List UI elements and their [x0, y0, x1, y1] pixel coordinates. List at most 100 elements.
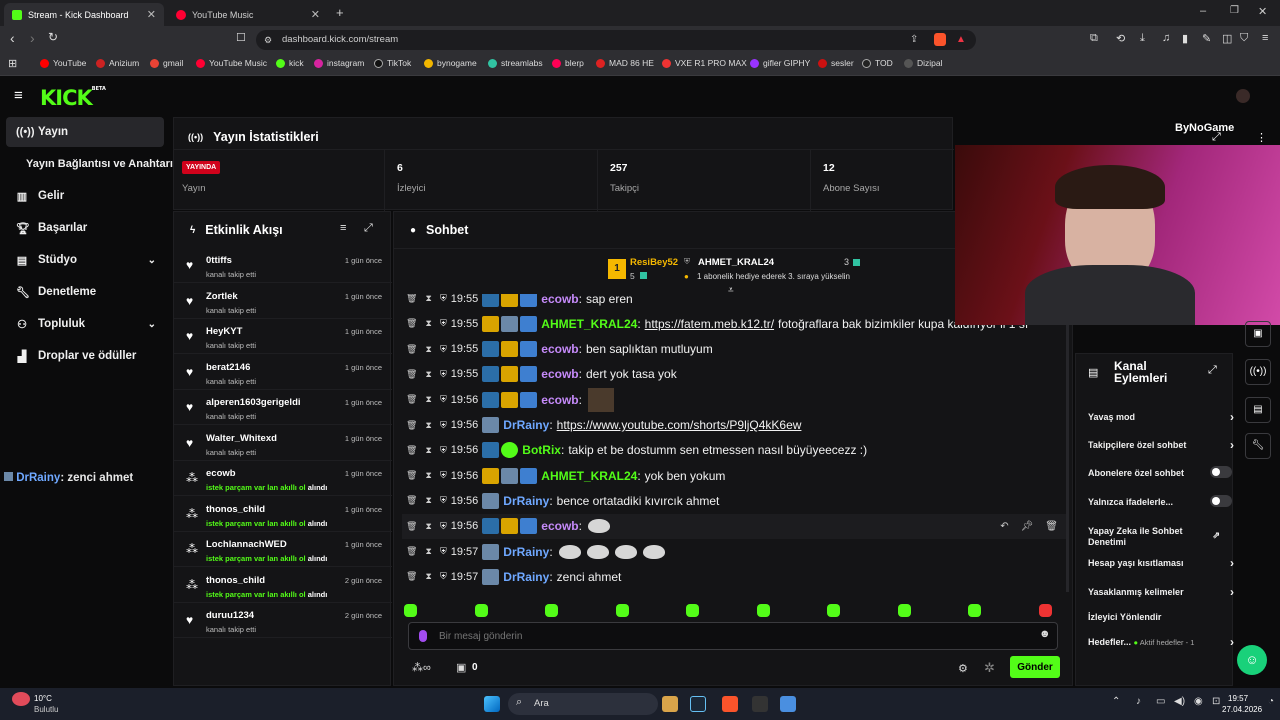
delete-message-icon[interactable]: 🗑︎	[406, 294, 417, 304]
timeout-icon[interactable]: ⧗	[425, 521, 431, 532]
chat-username[interactable]: ecowb	[541, 519, 578, 533]
channel-action-row[interactable]: Hedefler... ● Aktif hedefler - 1 ›	[1088, 635, 1234, 649]
timeout-icon[interactable]: ⧗	[425, 420, 431, 431]
bookmark-dizipal[interactable]: Dizipal	[904, 58, 943, 68]
tab-youtube-music[interactable]: YouTube Music ✕	[168, 3, 328, 26]
delete-message-icon[interactable]: 🗑︎	[406, 420, 417, 431]
shield-icon[interactable]: ⛨	[440, 521, 447, 532]
event-row[interactable]: ♥ duruu1234 kanalı takip etti 2 gün önce	[174, 603, 392, 638]
chat-message[interactable]: 🗑︎ ⧗ ⛨ 19:56 BotRix: takip et be dostumm sen …	[402, 438, 1066, 463]
quick-emote-icon[interactable]	[615, 604, 629, 617]
chat-message[interactable]: 🗑︎ ⧗ ⛨ 19:56 ecowb: ↶ 📌︎ 🗑︎	[402, 513, 1066, 539]
timeout-icon[interactable]: ⧗	[425, 445, 431, 456]
event-row[interactable]: ⁂ LochlannachWED istek parçam var lan akıl…	[174, 532, 392, 567]
event-row[interactable]: ⁂ thonos_child istek parçam var lan akıllı…	[174, 568, 392, 603]
delete-message-icon[interactable]: 🗑︎	[406, 521, 417, 532]
sidebar-item-topluluk[interactable]: ⚇ Topluluk ⌄	[6, 309, 164, 339]
sidebar-item-stream-key[interactable]: Yayın Bağlantısı ve Anahtarı	[6, 149, 176, 179]
chat-username[interactable]: ecowb	[541, 367, 578, 381]
bookmark-mad86he[interactable]: MAD 86 HE	[596, 58, 654, 68]
file-explorer-icon[interactable]	[662, 696, 678, 712]
sidebar-icon[interactable]: ▮	[1182, 32, 1188, 45]
chat-username[interactable]: DrRainy	[503, 570, 549, 584]
menu-icon[interactable]: ≡	[1262, 32, 1268, 44]
chat-username[interactable]: AHMET_KRAL24	[541, 469, 637, 483]
tray-volume-icon[interactable]: ◀)	[1174, 696, 1185, 707]
settings-gear-icon[interactable]: ⚙	[958, 662, 968, 675]
quick-emote-icon[interactable]	[686, 604, 699, 617]
timeout-icon[interactable]: ⧗	[425, 318, 431, 329]
sidebar-item-studyo[interactable]: ▤ Stüdyo ⌄	[6, 245, 164, 275]
channel-action-row[interactable]: Yavaş mod ›	[1088, 410, 1234, 424]
brave-browser-icon[interactable]	[722, 696, 738, 712]
chat-username[interactable]: ecowb	[541, 393, 578, 407]
chat-message[interactable]: 🗑︎ ⧗ ⛨ 19:55 ecowb: ben saplıktan mutluyum	[402, 337, 1066, 362]
quick-emote-icon[interactable]	[474, 604, 488, 617]
timeout-icon[interactable]: ⧗	[425, 294, 431, 304]
chat-username[interactable]: ecowb	[541, 342, 578, 356]
wallet-icon[interactable]: ◫	[1222, 32, 1232, 45]
leaderboard-user1[interactable]: ResiBey52	[630, 257, 678, 268]
delete-icon[interactable]: 🗑︎	[1045, 521, 1058, 532]
event-row[interactable]: ♥ berat2146 kanalı takip etti 1 gün önce	[174, 355, 392, 390]
close-window-icon[interactable]: ✕	[1258, 5, 1267, 18]
tray-overflow-icon[interactable]: ⌃	[1112, 696, 1120, 707]
epic-games-icon[interactable]	[752, 696, 768, 712]
quick-emote-icon[interactable]	[827, 604, 840, 617]
minimize-icon[interactable]: –	[1200, 5, 1206, 17]
timeout-icon[interactable]: ⧗	[425, 470, 431, 481]
shield-icon[interactable]: ⛨	[440, 318, 447, 329]
shield-icon[interactable]: ⛨	[440, 344, 447, 355]
event-row[interactable]: ♥ Walter_Whitexd kanalı takip etti 1 gün ön…	[174, 426, 392, 461]
tray-app-icon[interactable]: ◉	[1194, 696, 1203, 707]
more-options-icon[interactable]: ⋮	[1256, 131, 1267, 144]
chat-message[interactable]: 🗑︎ ⧗ ⛨ 19:56 DrRainy: https://www.youtube.com…	[402, 413, 1066, 438]
taskbar-search[interactable]: ⌕ Ara	[508, 693, 658, 715]
channel-action-row[interactable]: Takipçilere özel sohbet ›	[1088, 438, 1234, 452]
close-tab-icon[interactable]: ✕	[147, 8, 156, 21]
bookmark-sesler[interactable]: sesler	[818, 58, 854, 68]
hamburger-menu-icon[interactable]: ≡	[14, 87, 23, 104]
clock-time[interactable]: 19:57	[1228, 694, 1248, 703]
chat-username[interactable]: DrRainy	[503, 494, 549, 508]
bookmark-icon[interactable]: ☐	[236, 31, 246, 44]
shield-icon[interactable]: ⛨	[440, 369, 447, 380]
profile-avatar[interactable]	[1236, 89, 1250, 103]
rail-actions-icon[interactable]: ▤	[1245, 397, 1271, 423]
shield-icon[interactable]: ⛨	[440, 394, 447, 405]
url-field[interactable]: ⚙ dashboard.kick.com/stream ⇪ ▲	[256, 30, 976, 50]
windows-start-icon[interactable]	[484, 696, 500, 712]
chat-input-box[interactable]: ☻	[408, 622, 1058, 650]
rail-chat-icon[interactable]: ▣	[1245, 321, 1271, 347]
channel-action-row[interactable]: Yasaklanmış kelimeler ›	[1088, 585, 1234, 599]
forward-icon[interactable]: ›	[30, 30, 35, 46]
site-info-icon[interactable]: ⚙	[264, 30, 272, 50]
pin-icon[interactable]: 📌︎	[1021, 521, 1034, 532]
mod-tools-icon[interactable]: ✲	[984, 660, 995, 676]
shield-icon[interactable]: ⛨	[440, 546, 447, 557]
rail-broadcast-icon[interactable]: ((•))	[1245, 359, 1271, 385]
event-row[interactable]: ⁂ ecowb istek parçam var lan akıllı ol alı…	[174, 461, 392, 496]
popout-icon[interactable]: ⤢	[1212, 131, 1221, 144]
notifications-icon[interactable]: ◔	[1268, 696, 1274, 707]
chat-username[interactable]: BotRix	[522, 443, 561, 457]
vpn-icon[interactable]: ⛉	[1240, 32, 1248, 45]
event-row[interactable]: ⁂ thonos_child istek parçam var lan akıllı…	[174, 497, 392, 532]
popout-icon[interactable]: ⤢	[364, 222, 373, 235]
leaderboard-user2[interactable]: AHMET_KRAL24	[698, 257, 774, 268]
timeout-icon[interactable]: ⧗	[425, 546, 431, 557]
chat-message[interactable]: 🗑︎ ⧗ ⛨ 19:56 ecowb:	[402, 387, 1066, 412]
chat-username[interactable]: DrRainy	[503, 418, 549, 432]
chat-message[interactable]: 🗑︎ ⧗ ⛨ 19:57 DrRainy: zenci ahmet	[402, 564, 1066, 589]
timeout-icon[interactable]: ⧗	[425, 495, 431, 506]
support-chat-button[interactable]: ☺	[1237, 645, 1267, 675]
chat-username[interactable]: DrRainy	[503, 545, 549, 559]
bookmark-streamlabs[interactable]: streamlabs	[488, 58, 543, 68]
event-row[interactable]: ♥ alperen1603gerigeldi kanalı takip etti 1 …	[174, 390, 392, 425]
sidebar-item-denetleme[interactable]: 🔧︎ Denetleme	[6, 277, 164, 307]
sidebar-item-droplar[interactable]: ▟ Droplar ve ödüller	[6, 341, 164, 371]
apps-grid-icon[interactable]: ⊞	[8, 57, 17, 70]
bookmark-youtube[interactable]: YouTube	[40, 58, 86, 68]
microsoft-store-icon[interactable]	[780, 696, 796, 712]
chat-scrollbar[interactable]	[1066, 302, 1069, 592]
